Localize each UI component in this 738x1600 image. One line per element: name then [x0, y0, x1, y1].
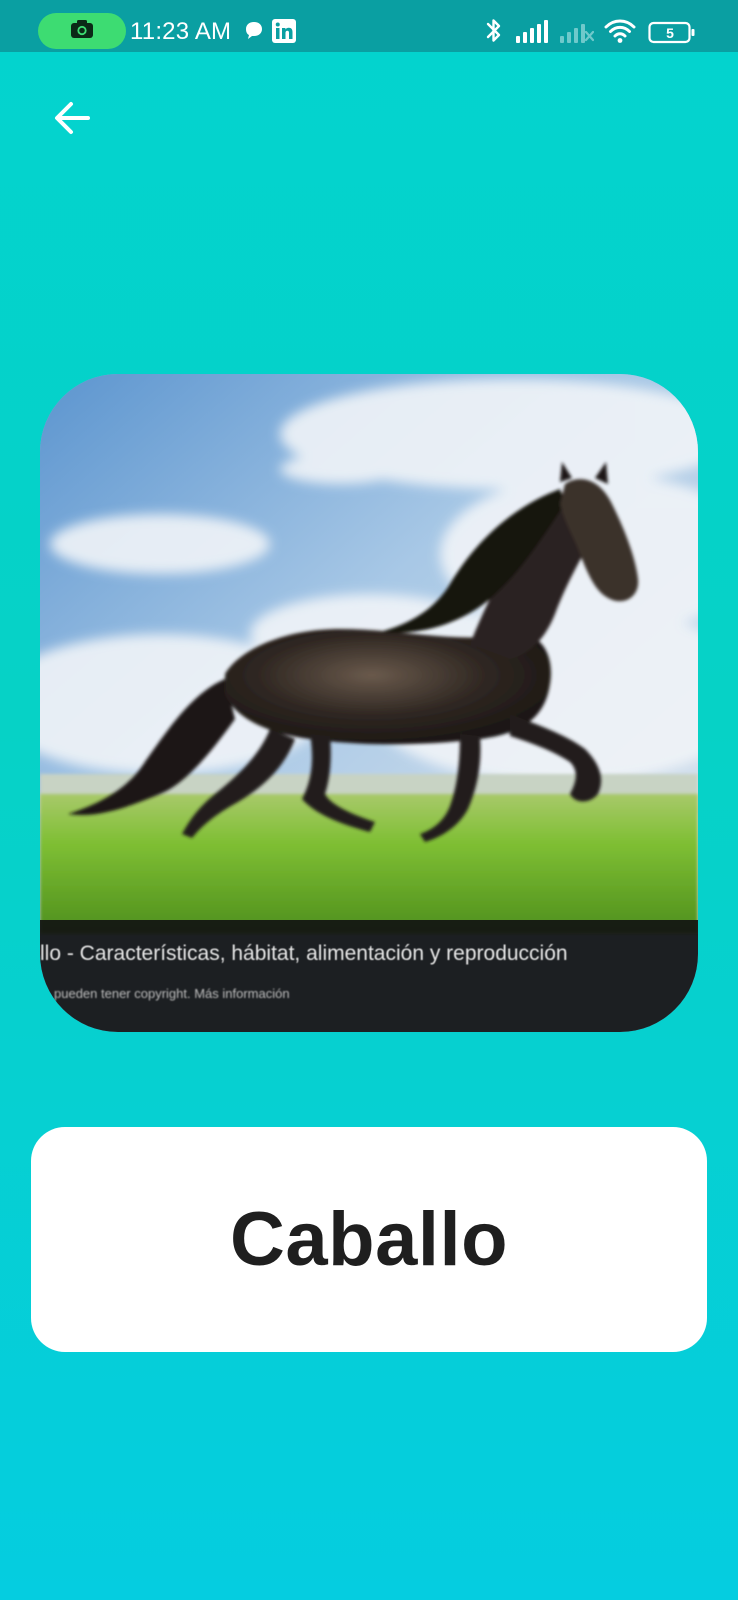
- image-caption-subtext: pueden tener copyright. Más información: [54, 986, 290, 1001]
- animal-image-card[interactable]: llo - Características, hábitat, alimenta…: [40, 374, 698, 1032]
- camera-icon: [70, 19, 94, 44]
- status-time: 11:23 AM: [130, 18, 232, 45]
- back-button[interactable]: [44, 92, 100, 148]
- signal-off-icon: [560, 20, 595, 49]
- bluetooth-icon: [484, 17, 504, 50]
- word-label: Caballo: [230, 1197, 508, 1282]
- status-bar: 11:23 AM 5: [0, 0, 738, 52]
- chat-bubble-icon: [244, 20, 264, 45]
- word-label-card[interactable]: Caballo: [31, 1127, 707, 1352]
- screen-recording-pill[interactable]: [38, 13, 126, 49]
- wifi-icon: [604, 18, 636, 49]
- image-caption-title: llo - Características, hábitat, alimenta…: [40, 942, 568, 965]
- linkedin-icon: [272, 19, 296, 48]
- signal-icon: [516, 20, 550, 49]
- battery-level: 5: [666, 25, 674, 41]
- arrow-left-icon: [52, 98, 92, 143]
- image-caption-bar: llo - Características, hábitat, alimenta…: [40, 920, 698, 1032]
- battery-icon: 5: [648, 21, 696, 45]
